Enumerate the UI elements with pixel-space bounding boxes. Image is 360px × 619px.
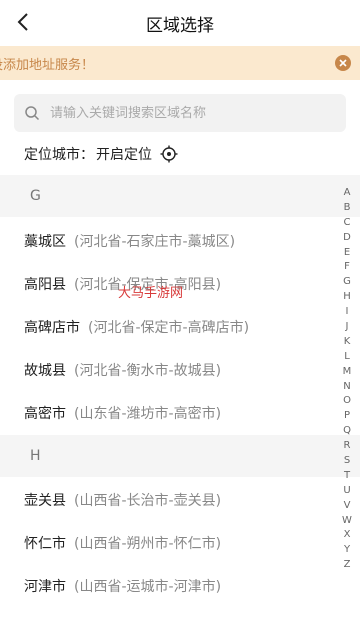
location-label: 定位城市： [24, 147, 94, 163]
page-title: 区域选择 [146, 15, 214, 36]
index-letter[interactable]: H [343, 290, 351, 305]
index-letter[interactable]: I [346, 305, 349, 320]
back-button[interactable] [12, 11, 34, 33]
index-letter[interactable]: K [344, 335, 351, 350]
index-letter[interactable]: Z [344, 558, 351, 573]
index-letter[interactable]: N [343, 380, 350, 395]
notice-text: 没添加地址服务！ [0, 57, 95, 73]
list-item[interactable]: 高密市 (山东省-潍坊市-高密市) [0, 391, 330, 434]
section-letter: G [30, 188, 41, 204]
index-letter[interactable]: P [344, 409, 350, 424]
close-notice-button[interactable] [335, 55, 351, 71]
region-path: (河北省-衡水市-故城县) [74, 362, 222, 379]
notice-banner: 没添加地址服务！ [0, 46, 360, 80]
index-letter[interactable]: T [344, 469, 350, 484]
section-header-g: G [0, 175, 360, 217]
list-item[interactable]: 怀仁市 (山西省-朔州市-怀仁市) [0, 521, 330, 564]
region-name: 高密市 [24, 405, 66, 422]
region-name: 河津市 [24, 578, 66, 595]
region-name: 壶关县 [24, 492, 66, 509]
list-item[interactable]: 壶关县 (山西省-长治市-壶关县) [0, 478, 330, 521]
region-name: 故城县 [24, 362, 66, 379]
list-item[interactable]: 故城县 (河北省-衡水市-故城县) [0, 348, 330, 391]
section-header-h: H [0, 435, 360, 477]
header-bar: 区域选择 [0, 0, 360, 46]
index-letter[interactable]: Y [344, 543, 350, 558]
region-name: 高阳县 [24, 276, 66, 293]
region-path: (山东省-潍坊市-高密市) [74, 405, 222, 422]
list-item[interactable]: 高碑店市 (河北省-保定市-高碑店市) [0, 305, 330, 348]
index-letter[interactable]: C [344, 216, 351, 231]
region-path: (山西省-朔州市-怀仁市) [74, 535, 222, 552]
index-letter[interactable]: E [344, 246, 350, 261]
close-icon [339, 59, 347, 67]
index-letter[interactable]: F [344, 260, 350, 275]
index-letter[interactable]: W [342, 514, 352, 529]
index-letter[interactable]: M [343, 365, 352, 380]
search-bar[interactable] [14, 94, 346, 132]
alphabet-index-bar[interactable]: ABCDEFGHIJKLMNOPQRSTUVWXYZ [340, 186, 354, 573]
region-path: (河北省-石家庄市-藁城区) [74, 233, 236, 250]
index-letter[interactable]: D [343, 231, 351, 246]
watermark-text: 大马手游网 [118, 286, 184, 301]
region-name: 高碑店市 [24, 319, 80, 336]
region-name: 藁城区 [24, 233, 66, 250]
index-letter[interactable]: O [343, 394, 351, 409]
index-letter[interactable]: J [346, 320, 349, 335]
search-input[interactable] [48, 104, 332, 122]
index-letter[interactable]: B [344, 201, 351, 216]
section-letter: H [30, 448, 41, 464]
index-letter[interactable]: L [344, 350, 350, 365]
index-letter[interactable]: G [343, 275, 351, 290]
index-letter[interactable]: U [343, 484, 350, 499]
enable-location-link[interactable]: 开启定位 [96, 144, 152, 164]
region-path: (山西省-长治市-壶关县) [74, 492, 222, 509]
chevron-left-icon [17, 13, 28, 31]
region-path: (山西省-运城市-河津市) [74, 578, 222, 595]
list-item[interactable]: 河津市 (山西省-运城市-河津市) [0, 564, 330, 607]
index-letter[interactable]: X [344, 528, 351, 543]
index-letter[interactable]: V [344, 499, 351, 514]
index-letter[interactable]: R [344, 439, 351, 454]
list-item[interactable]: 藁城区 (河北省-石家庄市-藁城区) [0, 219, 330, 262]
index-letter[interactable]: S [344, 454, 350, 469]
region-path: (河北省-保定市-高碑店市) [88, 319, 250, 336]
region-name: 怀仁市 [24, 535, 66, 552]
index-letter[interactable]: Q [343, 424, 351, 439]
locate-crosshair-icon[interactable] [160, 145, 178, 163]
index-letter[interactable]: A [344, 186, 351, 201]
search-icon [25, 106, 40, 121]
location-row: 定位城市： 开启定位 [24, 142, 178, 166]
